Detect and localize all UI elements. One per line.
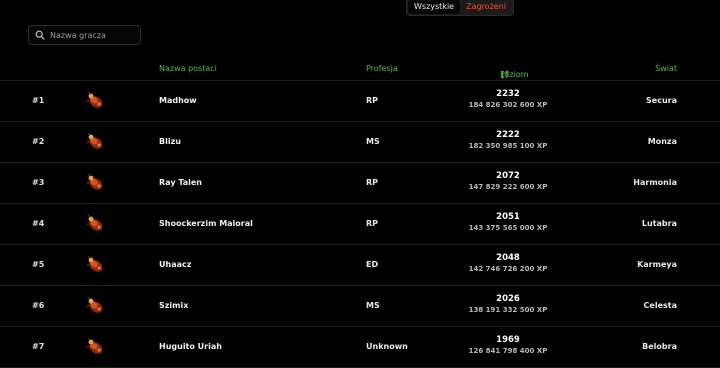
table-row[interactable]: #3 Ray Talen RP 2072 147 829 222 600 XP … [0,163,720,204]
rank-cell: #4 [32,219,45,228]
ranking-table: Nazwa postaci Profesja Poziom Świat #1 M… [0,58,720,368]
profession-cell: MS [366,301,380,310]
level-value: 2222 [496,130,520,140]
table-row[interactable]: #7 Huguito Uriah Unknown 1969 126 841 79… [0,327,720,368]
character-outfit-icon [84,335,106,359]
character-name-cell: Uhaacz [159,260,192,269]
level-cell: 2026 138 191 332 500 XP [460,294,556,315]
experience-value: 142 746 726 200 XP [468,265,548,273]
rank-cell: #6 [32,301,45,310]
table-row[interactable]: #6 Szimix MS 2026 138 191 332 500 XP Cel… [0,286,720,327]
rank-cell: #7 [32,342,45,351]
profession-cell: ED [366,260,379,269]
level-cell: 2232 184 826 302 600 XP [460,89,556,110]
rank-cell: #2 [32,137,45,146]
level-cell: 1969 126 841 798 400 XP [460,335,556,356]
header-world: Świat [655,64,677,73]
world-cell: Lutabra [641,219,677,228]
level-value: 2048 [496,253,520,263]
level-value: 2026 [496,294,520,304]
profession-cell: Unknown [366,342,408,351]
world-cell: Monza [647,137,677,146]
world-cell: Secura [646,96,677,105]
experience-value: 147 829 222 600 XP [468,183,548,191]
character-name-cell: Madhow [159,96,197,105]
experience-value: 184 826 302 600 XP [468,101,548,109]
sort-descending-icon [500,70,510,79]
level-cell: 2222 182 350 985 100 XP [460,130,556,151]
header-name: Nazwa postaci [159,64,217,73]
profession-cell: RP [366,96,379,105]
character-name-cell: Blizu [159,137,181,146]
search-icon [32,27,48,43]
character-outfit-icon [84,171,106,195]
level-value: 2072 [496,171,520,181]
world-cell: Karmeya [637,260,677,269]
rank-cell: #5 [32,260,45,269]
table-row[interactable]: #4 Shoockerzim Maioral RP 2051 143 375 5… [0,204,720,245]
profession-cell: MS [366,137,380,146]
table-row[interactable]: #5 Uhaacz ED 2048 142 746 726 200 XP Kar… [0,245,720,286]
character-name-cell: Shoockerzim Maioral [159,219,253,228]
level-cell: 2072 147 829 222 600 XP [460,171,556,192]
experience-value: 182 350 985 100 XP [468,142,548,150]
world-cell: Belobra [642,342,677,351]
filter-all-button[interactable]: Wszystkie [408,0,461,14]
header-profession: Profesja [366,64,398,73]
table-row[interactable]: #1 Madhow RP 2232 184 826 302 600 XP Sec… [0,81,720,122]
level-value: 1969 [496,335,520,345]
level-value: 2232 [496,89,520,99]
profession-cell: RP [366,219,379,228]
world-cell: Celesta [643,301,677,310]
character-name-cell: Szimix [159,301,189,310]
search-box [28,25,141,45]
experience-value: 143 375 565 000 XP [468,224,548,232]
profession-cell: RP [366,178,379,187]
level-value: 2051 [496,212,520,222]
character-name-cell: Huguito Uriah [159,342,222,351]
rank-cell: #3 [32,178,45,187]
level-cell: 2048 142 746 726 200 XP [460,253,556,274]
world-cell: Harmonia [633,178,677,187]
table-header: Nazwa postaci Profesja Poziom Świat [0,58,720,81]
filter-toggle: Wszystkie Zagrożeni [406,0,514,16]
character-outfit-icon [84,212,106,236]
character-outfit-icon [84,130,106,154]
experience-value: 126 841 798 400 XP [468,347,548,355]
table-row[interactable]: #2 Blizu MS 2222 182 350 985 100 XP Monz… [0,122,720,163]
level-cell: 2051 143 375 565 000 XP [460,212,556,233]
rank-cell: #1 [32,96,45,105]
character-name-cell: Ray Talen [159,178,202,187]
character-outfit-icon [84,253,106,277]
search-input[interactable] [48,30,138,40]
filter-threat-button[interactable]: Zagrożeni [460,0,512,14]
character-outfit-icon [84,294,106,318]
character-outfit-icon [84,89,106,113]
experience-value: 138 191 332 500 XP [468,306,548,314]
